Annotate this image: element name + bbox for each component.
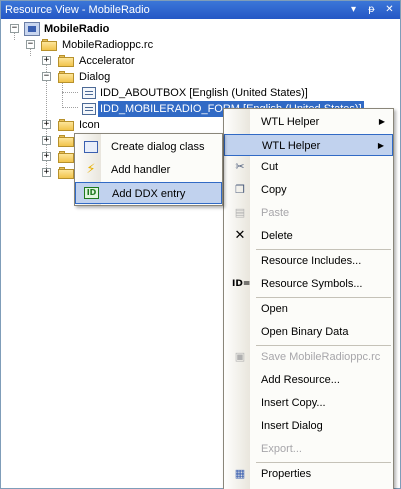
- tree-folder-hidden[interactable]: +: [1, 165, 74, 181]
- expand-icon[interactable]: +: [42, 120, 51, 129]
- close-icon[interactable]: ✕: [383, 3, 396, 16]
- tree-root[interactable]: − MobileRadio: [1, 21, 201, 37]
- menu-item-add-ddx-entry[interactable]: ID Add DDX entry: [75, 182, 222, 204]
- root-label: MobileRadio: [44, 23, 110, 35]
- menu-item-add-handler[interactable]: ⚡ Add handler: [75, 159, 222, 181]
- scissors-icon: ✂: [235, 160, 245, 173]
- expand-icon[interactable]: +: [42, 168, 51, 177]
- menu-item-label: Add DDX entry: [112, 188, 186, 200]
- menu-item-copy[interactable]: ❐ Copy: [224, 179, 393, 201]
- ddx-icon: ID: [84, 187, 99, 199]
- folder-icon: [58, 55, 74, 67]
- wtl-helper-submenu: Create dialog class ⚡ Add handler ID Add…: [74, 133, 223, 206]
- menu-item-label: Create dialog class: [111, 141, 205, 153]
- menu-item-label: Paste: [261, 207, 290, 219]
- menu-item-properties[interactable]: ▦ Properties: [224, 463, 393, 485]
- submenu-arrow-icon: ▶: [378, 117, 385, 126]
- menu-item-label: Save MobileRadioppc.rc: [261, 351, 381, 363]
- title-buttons: ▾ ᵽ ✕: [347, 3, 396, 16]
- menu-item-save[interactable]: ▣ Save MobileRadioppc.rc: [224, 346, 393, 368]
- rc-file-label: MobileRadioppc.rc: [62, 39, 154, 51]
- submenu-arrow-icon: ▶: [377, 141, 384, 150]
- menu-item-add-resource[interactable]: Add Resource...: [224, 369, 393, 391]
- tree-folder-icon[interactable]: + Icon: [1, 117, 201, 133]
- menu-item-open-binary[interactable]: Open Binary Data: [224, 321, 393, 343]
- menu-item-label: Insert Copy...: [261, 397, 326, 409]
- tree-folder-accelerator[interactable]: + Accelerator: [1, 53, 201, 69]
- menu-item-cut[interactable]: ✂ Cut: [224, 156, 393, 178]
- dialog-resource-icon: [82, 87, 96, 99]
- folder-icon: [58, 151, 74, 163]
- menu-item-label: WTL Helper: [261, 116, 320, 128]
- menu-item-label: Delete: [261, 230, 293, 242]
- menu-item-delete[interactable]: ✕ Delete: [224, 225, 393, 247]
- menu-item-wtl-helper-1[interactable]: WTL Helper ▶: [224, 111, 393, 133]
- collapse-icon[interactable]: −: [10, 24, 19, 33]
- collapse-icon[interactable]: −: [42, 72, 51, 81]
- menu-item-insert-dialog[interactable]: Insert Dialog: [224, 415, 393, 437]
- tree-dialog-aboutbox[interactable]: IDD_ABOUTBOX [English (United States)]: [1, 85, 321, 101]
- folder-icon: [58, 119, 74, 131]
- folder-icon: [58, 135, 74, 147]
- menu-item-open[interactable]: Open: [224, 298, 393, 320]
- menu-item-resource-includes[interactable]: Resource Includes...: [224, 250, 393, 272]
- tree-folder-hidden[interactable]: +: [1, 149, 74, 165]
- menu-item-resource-symbols[interactable]: ID= Resource Symbols...: [224, 273, 393, 295]
- menu-item-label: Properties: [261, 468, 312, 480]
- lightning-icon: ⚡: [86, 162, 96, 177]
- menu-item-label: Add handler: [111, 164, 171, 176]
- menu-item-label: Open Binary Data: [261, 326, 349, 338]
- project-icon: [24, 22, 40, 36]
- paste-icon: ▤: [234, 206, 246, 219]
- dialog-class-icon: [84, 141, 98, 153]
- folder-label: Icon: [79, 119, 100, 131]
- menu-item-paste[interactable]: ▤ Paste: [224, 202, 393, 224]
- menu-item-label: Resource Includes...: [261, 255, 362, 267]
- folder-icon: [58, 167, 74, 179]
- menu-item-label: Open: [261, 303, 288, 315]
- expand-icon[interactable]: +: [42, 152, 51, 161]
- folder-icon: [41, 39, 57, 51]
- expand-icon[interactable]: +: [42, 56, 51, 65]
- tree-folder-hidden[interactable]: +: [1, 133, 74, 149]
- menu-item-label: Insert Dialog: [261, 420, 323, 432]
- window-title: Resource View - MobileRadio: [5, 4, 150, 16]
- folder-label: Accelerator: [79, 55, 135, 67]
- properties-icon: ▦: [234, 467, 246, 480]
- copy-icon: ❐: [235, 183, 245, 196]
- expand-icon[interactable]: +: [42, 136, 51, 145]
- menu-item-insert-copy[interactable]: Insert Copy...: [224, 392, 393, 414]
- folder-label: Dialog: [79, 71, 111, 83]
- menu-item-wtl-helper-2[interactable]: WTL Helper ▶: [224, 134, 393, 156]
- dialog-label: IDD_ABOUTBOX [English (United States)]: [100, 87, 308, 99]
- menu-item-label: Resource Symbols...: [261, 278, 363, 290]
- menu-item-create-dialog-class[interactable]: Create dialog class: [75, 136, 222, 158]
- context-menu: WTL Helper ▶ WTL Helper ▶ ✂ Cut ❐ Copy ▤…: [223, 108, 394, 489]
- menu-item-label: Copy: [261, 184, 287, 196]
- dialog-resource-icon: [82, 103, 96, 115]
- save-icon: ▣: [234, 350, 246, 363]
- resource-view-window: Resource View - MobileRadio ▾ ᵽ ✕ − Mobi…: [0, 0, 401, 489]
- tree-rc-file[interactable]: − MobileRadioppc.rc: [1, 37, 201, 53]
- delete-icon: ✕: [234, 228, 246, 243]
- folder-open-icon: [58, 71, 74, 83]
- menu-item-export[interactable]: Export...: [224, 438, 393, 460]
- menu-item-label: WTL Helper: [262, 140, 321, 152]
- pin-icon[interactable]: ᵽ: [365, 3, 378, 16]
- id-symbol-icon: ID=: [232, 279, 251, 289]
- title-bar: Resource View - MobileRadio ▾ ᵽ ✕: [1, 1, 400, 19]
- menu-item-label: Cut: [261, 161, 279, 173]
- menu-item-label: Add Resource...: [261, 374, 340, 386]
- collapse-icon[interactable]: −: [26, 40, 35, 49]
- window-position-icon[interactable]: ▾: [347, 3, 360, 16]
- menu-item-label: Export...: [261, 443, 302, 455]
- tree-folder-dialog[interactable]: − Dialog: [1, 69, 201, 85]
